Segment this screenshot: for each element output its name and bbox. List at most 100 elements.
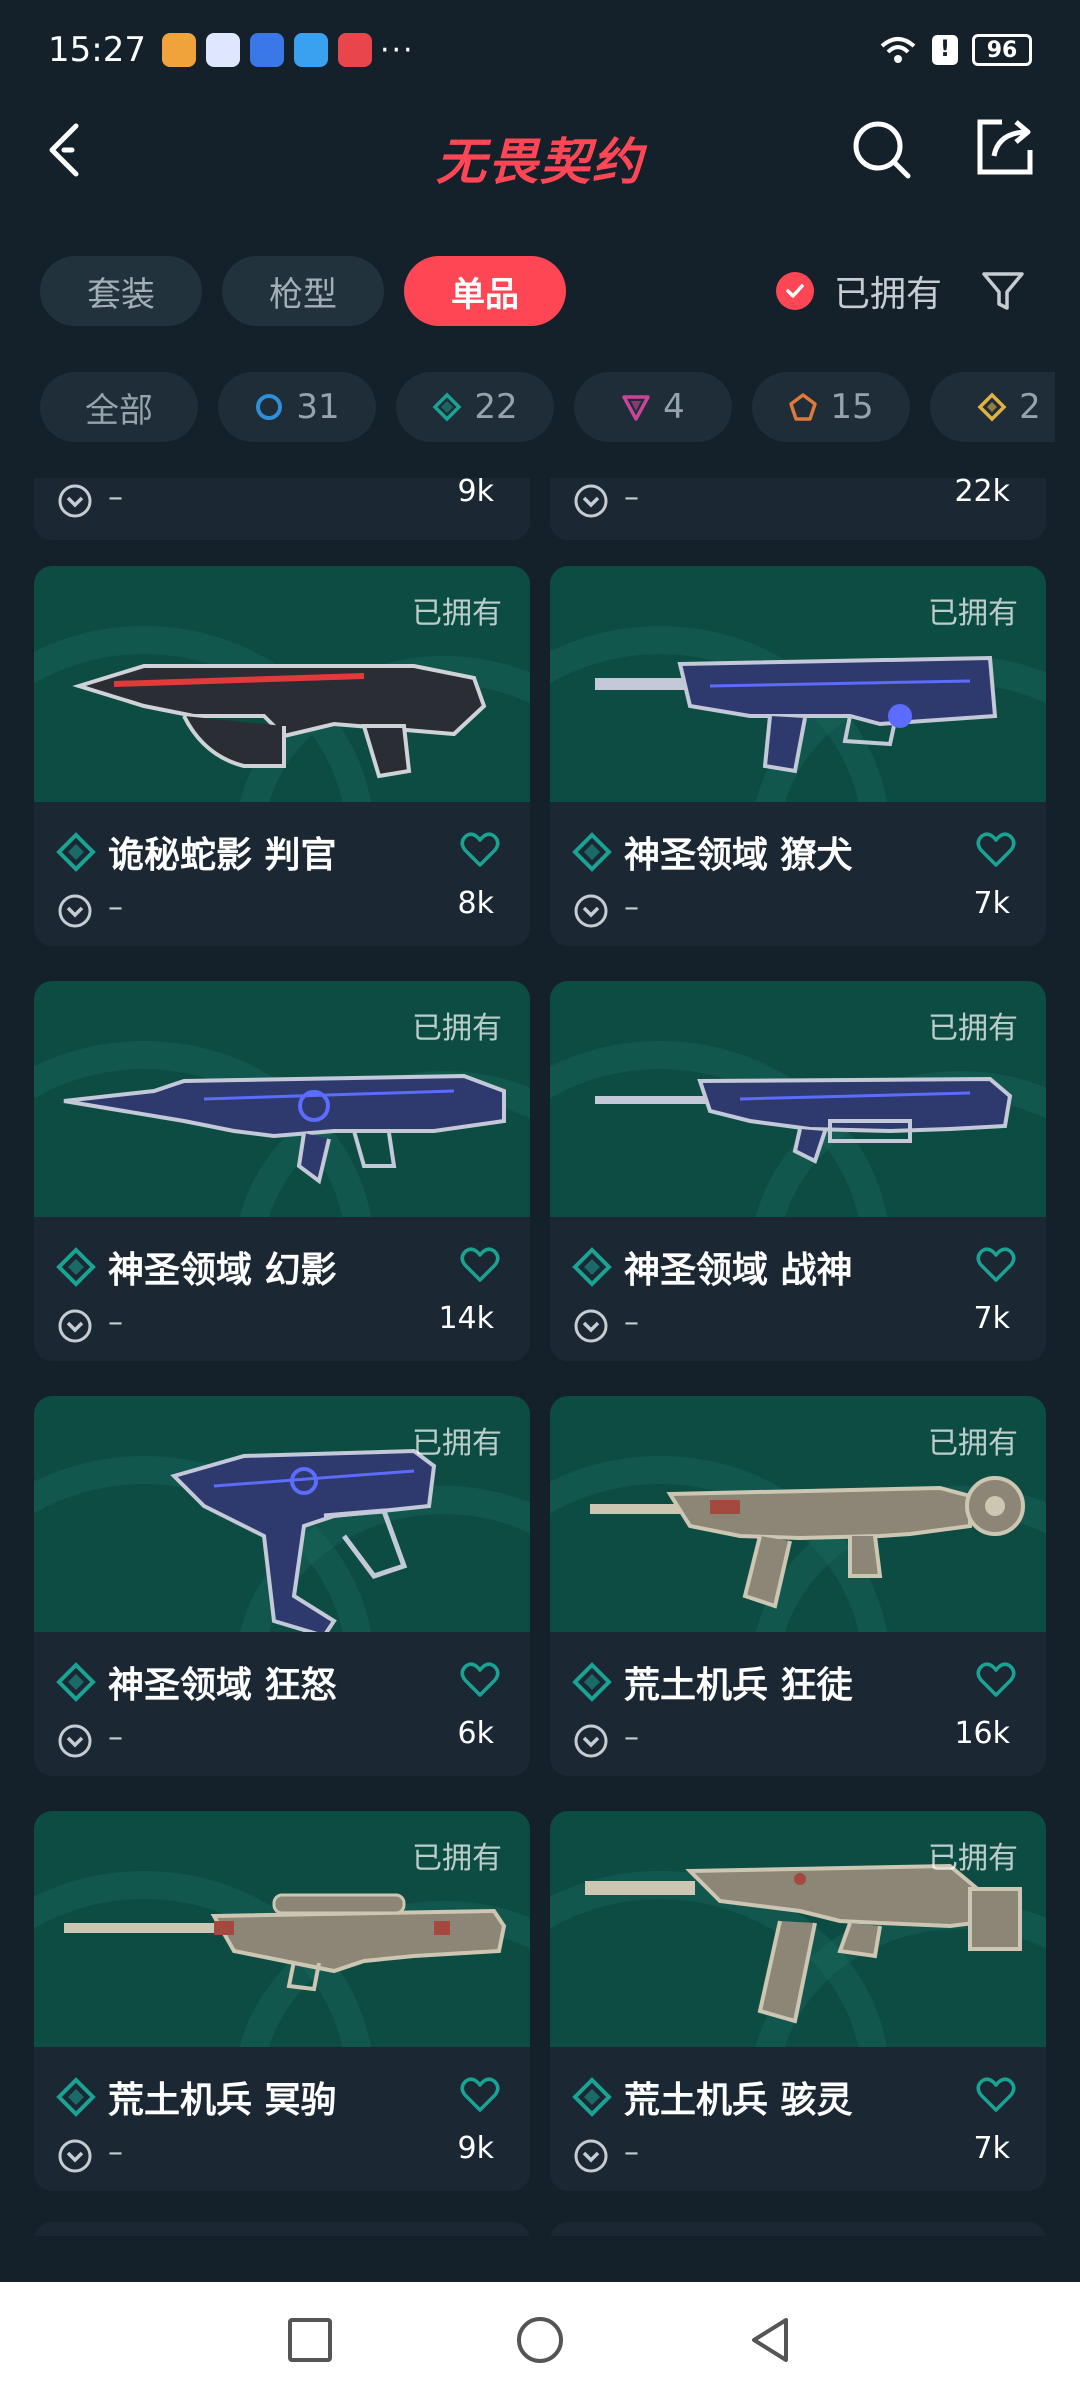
skin-name: 荒土机兵 冥驹 (108, 2080, 337, 2121)
pentagon-icon (789, 393, 818, 421)
diamond-icon (432, 392, 462, 422)
chip-ultra-tier[interactable]: 15 (752, 372, 910, 442)
tab-weapon-type[interactable]: 枪型 (222, 256, 384, 326)
chip-premium-tier[interactable]: 4 (574, 372, 732, 442)
owned-filter-toggle[interactable]: 已拥有 (776, 266, 942, 316)
like-count: 16k (954, 1716, 1010, 1751)
search-button[interactable] (848, 116, 914, 182)
like-count: 9k (457, 478, 494, 509)
chip-label: 31 (296, 387, 340, 427)
status-app-icons (161, 33, 372, 67)
home-button[interactable] (512, 2312, 568, 2368)
chip-label: 2 (1019, 387, 1041, 427)
favorite-heart-icon[interactable] (976, 1662, 1016, 1698)
skin-info: 神圣领域 狂怒 – 6k (34, 1632, 530, 1776)
favorite-heart-icon[interactable] (460, 1247, 500, 1283)
level-value: – (624, 1720, 639, 1755)
tab-bundle[interactable]: 套装 (40, 256, 202, 326)
level-value: – (108, 890, 123, 925)
tab-single-item[interactable]: 单品 (404, 256, 566, 326)
level-value: – (108, 1720, 123, 1755)
level-chevron-icon (58, 1724, 92, 1758)
chip-select-tier[interactable]: 31 (218, 372, 376, 442)
deluxe-tier-icon (572, 1247, 612, 1287)
chip-all[interactable]: 全部 (40, 372, 198, 442)
deluxe-tier-icon (56, 2077, 96, 2117)
weather-icon (293, 33, 328, 67)
skin-name: 荒土机兵 骇灵 (624, 2080, 853, 2121)
skin-card[interactable]: 已拥有 神圣领域 幻影 – 14k (34, 981, 530, 1361)
skin-image: 已拥有 (550, 981, 1046, 1217)
like-count: 9k (457, 2131, 494, 2166)
list-item-partial[interactable]: – 22k (550, 478, 1046, 540)
like-count: 8k (457, 886, 494, 921)
level-value: – (624, 2135, 639, 2170)
nav-back-button[interactable] (742, 2312, 798, 2368)
level-value: – (624, 1305, 639, 1340)
recent-apps-button[interactable] (282, 2312, 338, 2368)
skin-info: 神圣领域 战神 – 7k (550, 1217, 1046, 1361)
status-more-icon: ··· (379, 32, 415, 68)
owned-badge: 已拥有 (412, 1426, 502, 1461)
deluxe-tier-icon (572, 832, 612, 872)
skin-card[interactable]: 已拥有 神圣领域 獠犬 – 7k (550, 566, 1046, 946)
favorite-heart-icon[interactable] (460, 832, 500, 868)
owned-badge: 已拥有 (412, 1011, 502, 1046)
skin-card[interactable]: 已拥有 荒土机兵 狂徒 – 16k (550, 1396, 1046, 1776)
like-count: 7k (973, 886, 1010, 921)
level-chevron-icon (574, 484, 608, 518)
favorite-heart-icon[interactable] (976, 832, 1016, 868)
like-count: 22k (954, 478, 1010, 509)
chip-deluxe-tier[interactable]: 22 (396, 372, 554, 442)
level-chevron-icon (58, 2139, 92, 2173)
rarity-filter-chips: 全部 31 22 4 15 2 (40, 372, 1055, 442)
skin-name: 神圣领域 狂怒 (108, 1665, 337, 1706)
level-value: – (624, 890, 639, 925)
like-count: 14k (438, 1301, 494, 1336)
skin-card[interactable]: 已拥有 神圣领域 战神 – 7k (550, 981, 1046, 1361)
status-time: 15:27 (48, 30, 146, 70)
app-notification-icon (205, 33, 240, 67)
favorite-heart-icon[interactable] (460, 2077, 500, 2113)
list-item-partial[interactable] (550, 2222, 1046, 2236)
skin-image: 已拥有 (34, 1811, 530, 2047)
level-chevron-icon (58, 484, 92, 518)
gold-diamond-icon (977, 392, 1007, 422)
chip-label: 15 (830, 387, 874, 427)
favorite-heart-icon[interactable] (460, 1662, 500, 1698)
skin-image: 已拥有 (550, 1396, 1046, 1632)
owned-filter-label: 已拥有 (834, 274, 943, 315)
level-value: – (108, 480, 123, 515)
like-count: 6k (457, 1716, 494, 1751)
battery-indicator: 96 (972, 34, 1032, 66)
level-chevron-icon (574, 2139, 608, 2173)
owned-badge: 已拥有 (928, 1011, 1018, 1046)
chip-label: 4 (663, 387, 685, 427)
owned-badge: 已拥有 (928, 596, 1018, 631)
triangle-icon (622, 395, 650, 421)
chip-exclusive-tier[interactable]: 2 (930, 372, 1055, 442)
list-item-partial[interactable]: – 9k (34, 478, 530, 540)
skin-card[interactable]: 已拥有 神圣领域 狂怒 – 6k (34, 1396, 530, 1776)
filter-icon[interactable] (980, 268, 1026, 314)
skin-card[interactable]: 已拥有 诡秘蛇影 判官 – 8k (34, 566, 530, 946)
skin-info: 神圣领域 幻影 – 14k (34, 1217, 530, 1361)
owned-badge: 已拥有 (928, 1841, 1018, 1876)
skin-card[interactable]: 已拥有 荒土机兵 冥驹 – 9k (34, 1811, 530, 2191)
category-tabs: 套装 枪型 单品 (40, 256, 566, 326)
huawei-icon (337, 33, 372, 67)
owned-badge: 已拥有 (412, 1841, 502, 1876)
skin-name: 荒土机兵 狂徒 (624, 1665, 853, 1706)
list-item-partial[interactable] (34, 2222, 530, 2236)
favorite-heart-icon[interactable] (976, 1247, 1016, 1283)
share-button[interactable] (972, 114, 1038, 180)
level-chevron-icon (574, 1309, 608, 1343)
skin-info: 诡秘蛇影 判官 – 8k (34, 802, 530, 946)
favorite-heart-icon[interactable] (976, 2077, 1016, 2113)
skin-card[interactable]: 已拥有 荒土机兵 骇灵 – 7k (550, 1811, 1046, 2191)
skin-info: 荒土机兵 狂徒 – 16k (550, 1632, 1046, 1776)
like-count: 7k (973, 1301, 1010, 1336)
level-chevron-icon (58, 1309, 92, 1343)
skin-name: 神圣领域 幻影 (108, 1250, 337, 1291)
check-icon (776, 272, 814, 310)
